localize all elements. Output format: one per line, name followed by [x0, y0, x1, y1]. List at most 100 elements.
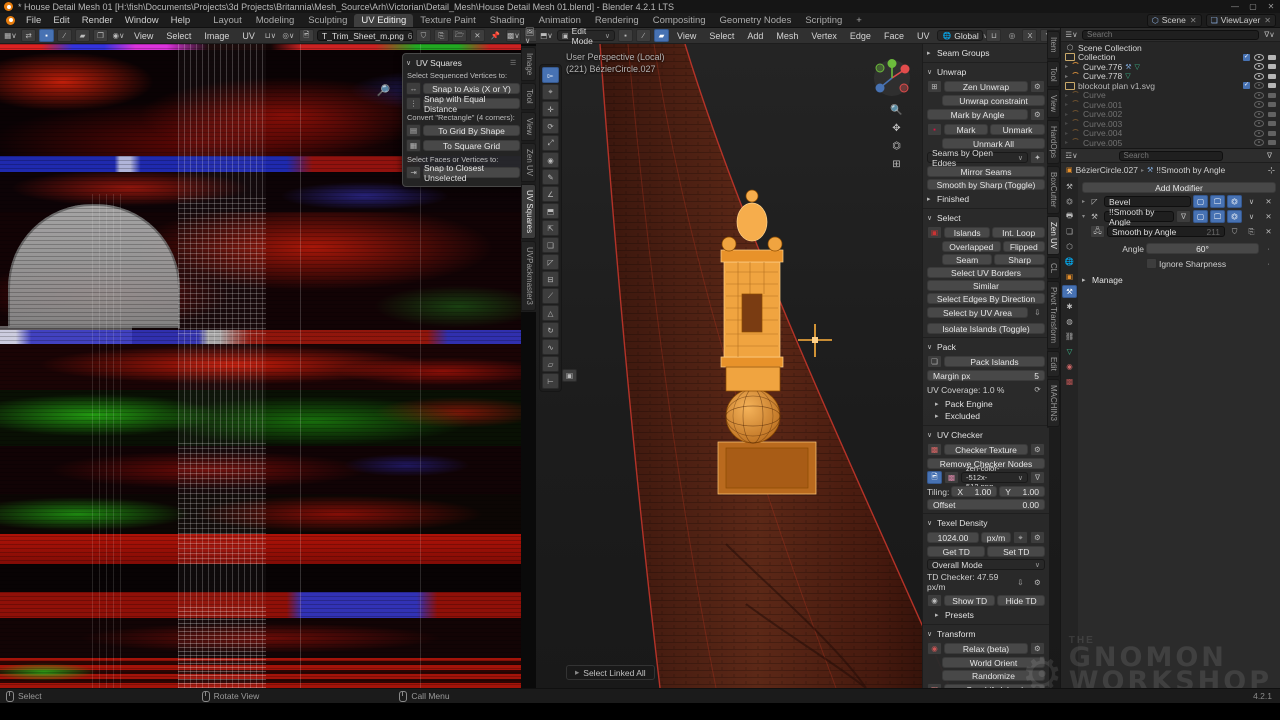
- extras-dropdown-icon[interactable]: ∨: [1244, 210, 1259, 223]
- unmark-button[interactable]: Unmark: [990, 124, 1045, 135]
- tiling-y-field[interactable]: Y1.00: [999, 486, 1045, 497]
- tab-output-icon[interactable]: 🖶: [1062, 210, 1077, 223]
- panel-drag-icon[interactable]: ☰: [510, 59, 517, 67]
- angle-value-field[interactable]: 60°: [1146, 243, 1259, 254]
- mirror-seams-button[interactable]: Mirror Seams: [927, 166, 1045, 177]
- workspace-tab-scripting[interactable]: Scripting: [798, 14, 849, 27]
- eye-icon[interactable]: [1254, 92, 1264, 99]
- expand-arrow-icon[interactable]: ▸: [1065, 101, 1068, 108]
- properties-filter-icon[interactable]: ∇: [1262, 149, 1277, 162]
- smooth-by-sharp-button[interactable]: Smooth by Sharp (Toggle): [927, 179, 1045, 190]
- vp-tab-zen-uv[interactable]: Zen UV: [1047, 216, 1060, 255]
- tab-constraints-icon[interactable]: ⛓: [1062, 330, 1077, 343]
- eye-icon[interactable]: [1254, 101, 1264, 108]
- close-icon[interactable]: ✕: [1261, 195, 1276, 208]
- section-select[interactable]: ∨Select: [927, 212, 1045, 224]
- workspace-tab-uv-editing[interactable]: UV Editing: [354, 14, 413, 27]
- set-td-button[interactable]: Set TD: [987, 546, 1045, 557]
- tool-add-cube-icon[interactable]: ⬒: [542, 203, 559, 219]
- select-similar-button[interactable]: Similar: [927, 280, 1045, 291]
- camera-icon[interactable]: [1268, 64, 1276, 69]
- vp-tab-boxcutter[interactable]: BoxCutter: [1047, 166, 1060, 214]
- download-icon[interactable]: ⇩: [1013, 576, 1028, 589]
- section-uv-checker[interactable]: ∨UV Checker: [927, 429, 1045, 441]
- snap-magnet-icon[interactable]: ⊔: [986, 29, 1001, 42]
- uv-tab-zen-uv[interactable]: Zen UV: [521, 143, 536, 182]
- pin-icon[interactable]: ⊹: [1268, 165, 1275, 176]
- workspace-tab-compositing[interactable]: Compositing: [646, 14, 713, 27]
- workspace-tab-shading[interactable]: Shading: [483, 14, 532, 27]
- section-seam-groups[interactable]: ▸Seam Groups: [927, 47, 1045, 59]
- seams-by-dropdown[interactable]: Seams by Open Edges: [927, 152, 1028, 163]
- eye-icon[interactable]: [1254, 63, 1264, 70]
- filter-funnel-icon[interactable]: ∇: [1030, 471, 1045, 484]
- maximize-icon[interactable]: ▢: [1244, 2, 1262, 11]
- unwrap-constraint-button[interactable]: Unwrap constraint: [942, 95, 1045, 106]
- tool-extrude-icon[interactable]: ⇱: [542, 220, 559, 236]
- fake-user-shield-icon[interactable]: ⛉: [416, 29, 431, 42]
- tool-rotate-icon[interactable]: ⟳: [542, 118, 559, 134]
- section-excluded[interactable]: ▸Excluded: [935, 410, 1045, 422]
- vp-menu-view[interactable]: View: [672, 31, 701, 41]
- image-users-badge[interactable]: 6: [408, 31, 413, 41]
- hide-td-button[interactable]: Hide TD: [997, 595, 1045, 606]
- tool-measure-icon[interactable]: ∠: [542, 186, 559, 202]
- tool-bevel-icon[interactable]: ◸: [542, 254, 559, 270]
- camera-icon[interactable]: [1268, 55, 1276, 60]
- outliner-row-blockout-plan[interactable]: blockout plan v1.svg✓: [1061, 81, 1280, 91]
- uv-tab-image[interactable]: Image: [521, 47, 536, 81]
- uv-face-select-icon[interactable]: ▰: [75, 29, 90, 42]
- gear-icon[interactable]: ⚙: [1030, 531, 1045, 544]
- section-finished[interactable]: ▸Finished: [927, 193, 1045, 205]
- outliner-row-curve-001[interactable]: ▸Curve.001: [1061, 100, 1280, 110]
- refresh-icon[interactable]: ⟳: [1030, 383, 1045, 396]
- tab-viewlayer-icon[interactable]: ❏: [1062, 225, 1077, 238]
- vp-tab-item[interactable]: Item: [1047, 31, 1060, 59]
- download-icon[interactable]: ⇩: [1030, 306, 1045, 319]
- zoom-icon[interactable]: 🔍: [889, 104, 904, 117]
- select-islands-button[interactable]: Islands: [944, 227, 990, 238]
- eye-closed-icon[interactable]: [1254, 82, 1264, 89]
- pack-islands-button[interactable]: Pack Islands: [944, 356, 1045, 367]
- expand-arrow-icon[interactable]: ▸: [1065, 111, 1068, 118]
- close-icon[interactable]: ✕: [1261, 225, 1276, 238]
- eye-icon[interactable]: [1254, 120, 1264, 127]
- vp-tab-machin3[interactable]: MACHIN3: [1047, 379, 1060, 427]
- uv-menu-view[interactable]: View: [129, 31, 158, 41]
- uv-pivot-icon[interactable]: ◉∨: [111, 29, 126, 42]
- shield-icon[interactable]: ⛉: [1227, 225, 1242, 238]
- vp-tab-tool[interactable]: Tool: [1047, 61, 1060, 88]
- outliner-row-curve-002[interactable]: ▸Curve.002: [1061, 110, 1280, 120]
- td-mode-dropdown[interactable]: Overall Mode: [927, 559, 1045, 570]
- menu-file[interactable]: File: [20, 15, 47, 26]
- tool-scale-icon[interactable]: ⤢: [542, 135, 559, 151]
- image-repeat-icon[interactable]: ▩∨: [506, 29, 521, 42]
- animate-dot-icon[interactable]: ·: [1261, 257, 1276, 270]
- uv-squares-panel-header[interactable]: ∨UV Squares☰: [406, 57, 520, 69]
- image-pin-icon[interactable]: 📌: [488, 29, 503, 42]
- section-presets[interactable]: ▸Presets: [935, 609, 1045, 621]
- to-grid-by-shape-button[interactable]: To Grid By Shape: [423, 125, 520, 136]
- outliner-row-collection[interactable]: Collection✓: [1061, 53, 1280, 63]
- operator-panel[interactable]: ▸ Select Linked All: [566, 665, 655, 680]
- tab-data-icon[interactable]: ▽: [1062, 345, 1077, 358]
- tool-knife-icon[interactable]: ⟋: [542, 288, 559, 304]
- copy-icon[interactable]: ⎘: [1244, 225, 1259, 238]
- tab-physics-icon[interactable]: ◍: [1062, 315, 1077, 328]
- uv-tab-view[interactable]: View: [521, 112, 536, 141]
- vp-menu-vertex[interactable]: Vertex: [806, 31, 842, 41]
- realtime-toggle-icon[interactable]: 🖵: [1210, 210, 1225, 223]
- isolate-islands-button[interactable]: Isolate Islands (Toggle): [927, 323, 1045, 334]
- expand-arrow-icon[interactable]: ▸: [1082, 198, 1085, 205]
- expand-arrow-icon[interactable]: ▸: [1065, 92, 1068, 99]
- expand-arrow-icon[interactable]: ▸: [1065, 120, 1068, 127]
- uv-menu-select[interactable]: Select: [161, 31, 196, 41]
- outliner-row-curve-005[interactable]: ▸Curve.005: [1061, 138, 1280, 148]
- section-transform[interactable]: ∨Transform: [927, 628, 1045, 640]
- mirror-x-toggle[interactable]: X: [1022, 29, 1037, 42]
- bevel-name-field[interactable]: Bevel: [1104, 196, 1191, 207]
- uv-tab-uv-squares[interactable]: UV Squares: [521, 184, 536, 239]
- filter-funnel-icon[interactable]: ∇: [1176, 210, 1191, 223]
- blender-menu-icon[interactable]: [6, 16, 15, 25]
- viewlayer-unlink-icon[interactable]: ✕: [1264, 16, 1271, 25]
